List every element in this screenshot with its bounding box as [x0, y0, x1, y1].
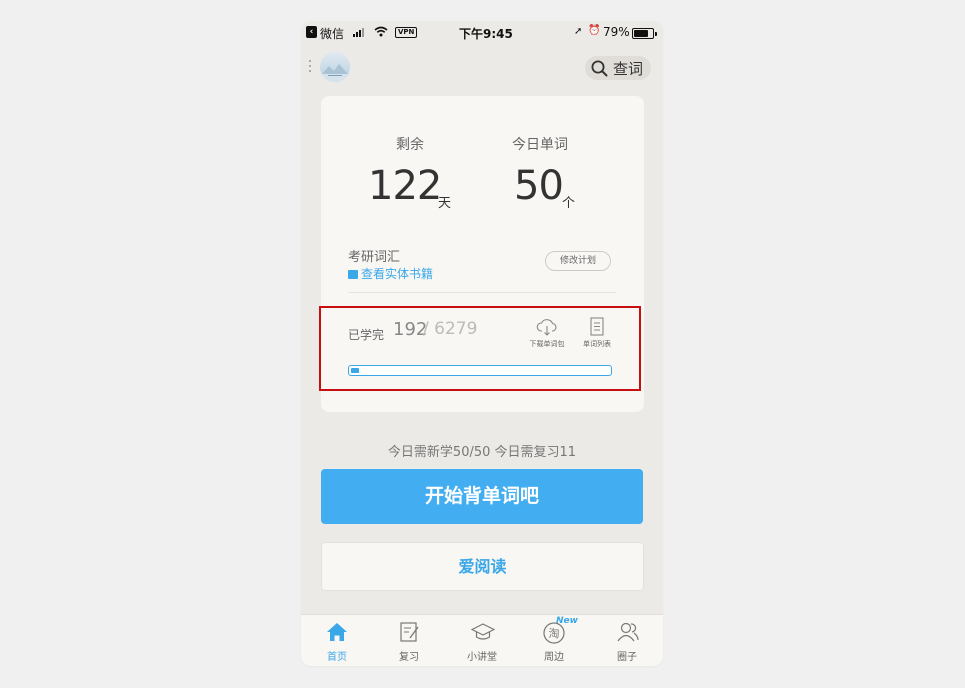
alarm-icon: ⏰: [588, 25, 601, 36]
remaining-unit: 天: [438, 196, 452, 211]
tab-lecture-label: 小讲堂: [467, 652, 497, 663]
phone-screen: ‹ 微信 VPN 下午9:45 ➚ ⏰ 79% 查词 剩余 122 天 今日单词…: [301, 21, 663, 666]
tab-circle[interactable]: 圈子: [591, 615, 663, 666]
battery-percent: 79%: [603, 25, 630, 39]
back-app-label[interactable]: 微信: [320, 25, 344, 42]
tab-nearby-label: 周边: [544, 652, 564, 663]
start-memorizing-button[interactable]: 开始背单词吧: [321, 469, 643, 524]
view-physical-book-link[interactable]: 查看实体书籍: [348, 265, 433, 282]
new-badge: New: [556, 616, 578, 626]
love-reading-button[interactable]: 爱阅读: [321, 542, 644, 591]
divider: [348, 292, 616, 293]
book-icon: [348, 270, 358, 279]
vpn-badge: VPN: [395, 27, 418, 38]
today-words-unit: 个: [562, 196, 576, 211]
status-time: 下午9:45: [459, 27, 513, 41]
battery-icon: [632, 28, 657, 39]
review-icon: [400, 622, 419, 642]
svg-text:淘: 淘: [549, 627, 560, 640]
wifi-icon: [374, 26, 388, 37]
search-icon: [591, 60, 608, 77]
today-words-label: 今日单词: [512, 137, 568, 153]
edit-plan-button[interactable]: 修改计划: [545, 251, 611, 271]
tab-review-label: 复习: [399, 652, 419, 663]
view-physical-book-label: 查看实体书籍: [361, 267, 434, 281]
remaining-value: 122: [368, 163, 442, 209]
tab-circle-label: 圈子: [617, 652, 637, 663]
location-icon: ➚: [574, 26, 583, 37]
lookup-word-label: 查词: [613, 60, 644, 78]
lookup-word-button[interactable]: 查词: [585, 56, 651, 80]
back-app-icon[interactable]: ‹: [306, 26, 317, 38]
tab-bar: 首页 复习 小讲堂 淘 New 周边 圈子: [301, 614, 663, 666]
tab-review[interactable]: 复习: [373, 615, 445, 666]
home-icon: [327, 623, 347, 641]
graduation-cap-icon: [471, 623, 495, 640]
people-icon: [617, 622, 639, 642]
today-summary: 今日需新学50/50 今日需复习11: [387, 445, 577, 460]
today-words-value: 50: [514, 163, 564, 209]
tab-home-label: 首页: [327, 652, 347, 663]
highlight-annotation-box: [319, 306, 641, 391]
status-bar: ‹ 微信 VPN 下午9:45 ➚ ⏰ 79%: [301, 21, 663, 45]
book-title: 考研词汇: [348, 250, 401, 265]
tab-lecture[interactable]: 小讲堂: [446, 615, 518, 666]
avatar-landscape-icon: [320, 64, 350, 82]
menu-dots-icon[interactable]: [309, 60, 312, 74]
avatar[interactable]: [320, 52, 350, 82]
tab-home[interactable]: 首页: [301, 615, 373, 666]
tab-nearby[interactable]: 淘 New 周边: [518, 615, 590, 666]
signal-icon: [353, 27, 367, 37]
remaining-label: 剩余: [396, 137, 424, 153]
